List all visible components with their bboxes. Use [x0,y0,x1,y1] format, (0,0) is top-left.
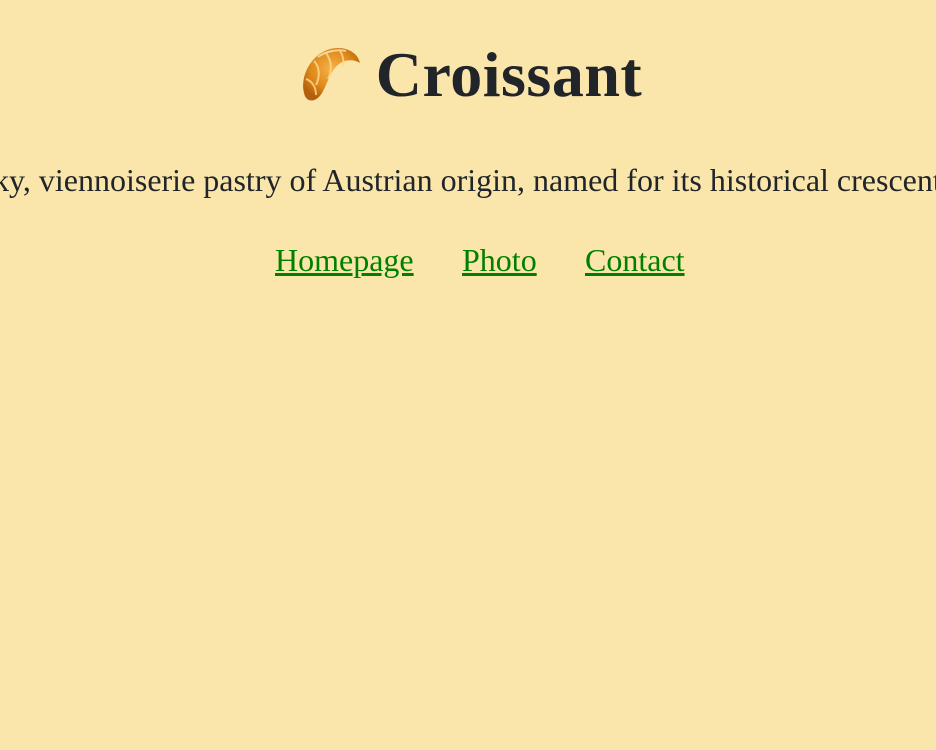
title-wrap: Croissant [294,41,642,109]
page-title: Croissant [375,39,643,110]
nav-link-photo[interactable]: Photo [462,238,537,282]
croissant-icon [294,41,362,109]
nav-link-homepage[interactable]: Homepage [275,238,414,282]
marquee-text: A croissant is a buttery, flaky, viennoi… [0,162,936,198]
nav-link-contact[interactable]: Contact [585,238,685,282]
page-header: Croissant [0,36,936,114]
marquee: A croissant is a buttery, flaky, viennoi… [0,160,936,200]
nav-links: Homepage Photo Contact [0,238,936,282]
